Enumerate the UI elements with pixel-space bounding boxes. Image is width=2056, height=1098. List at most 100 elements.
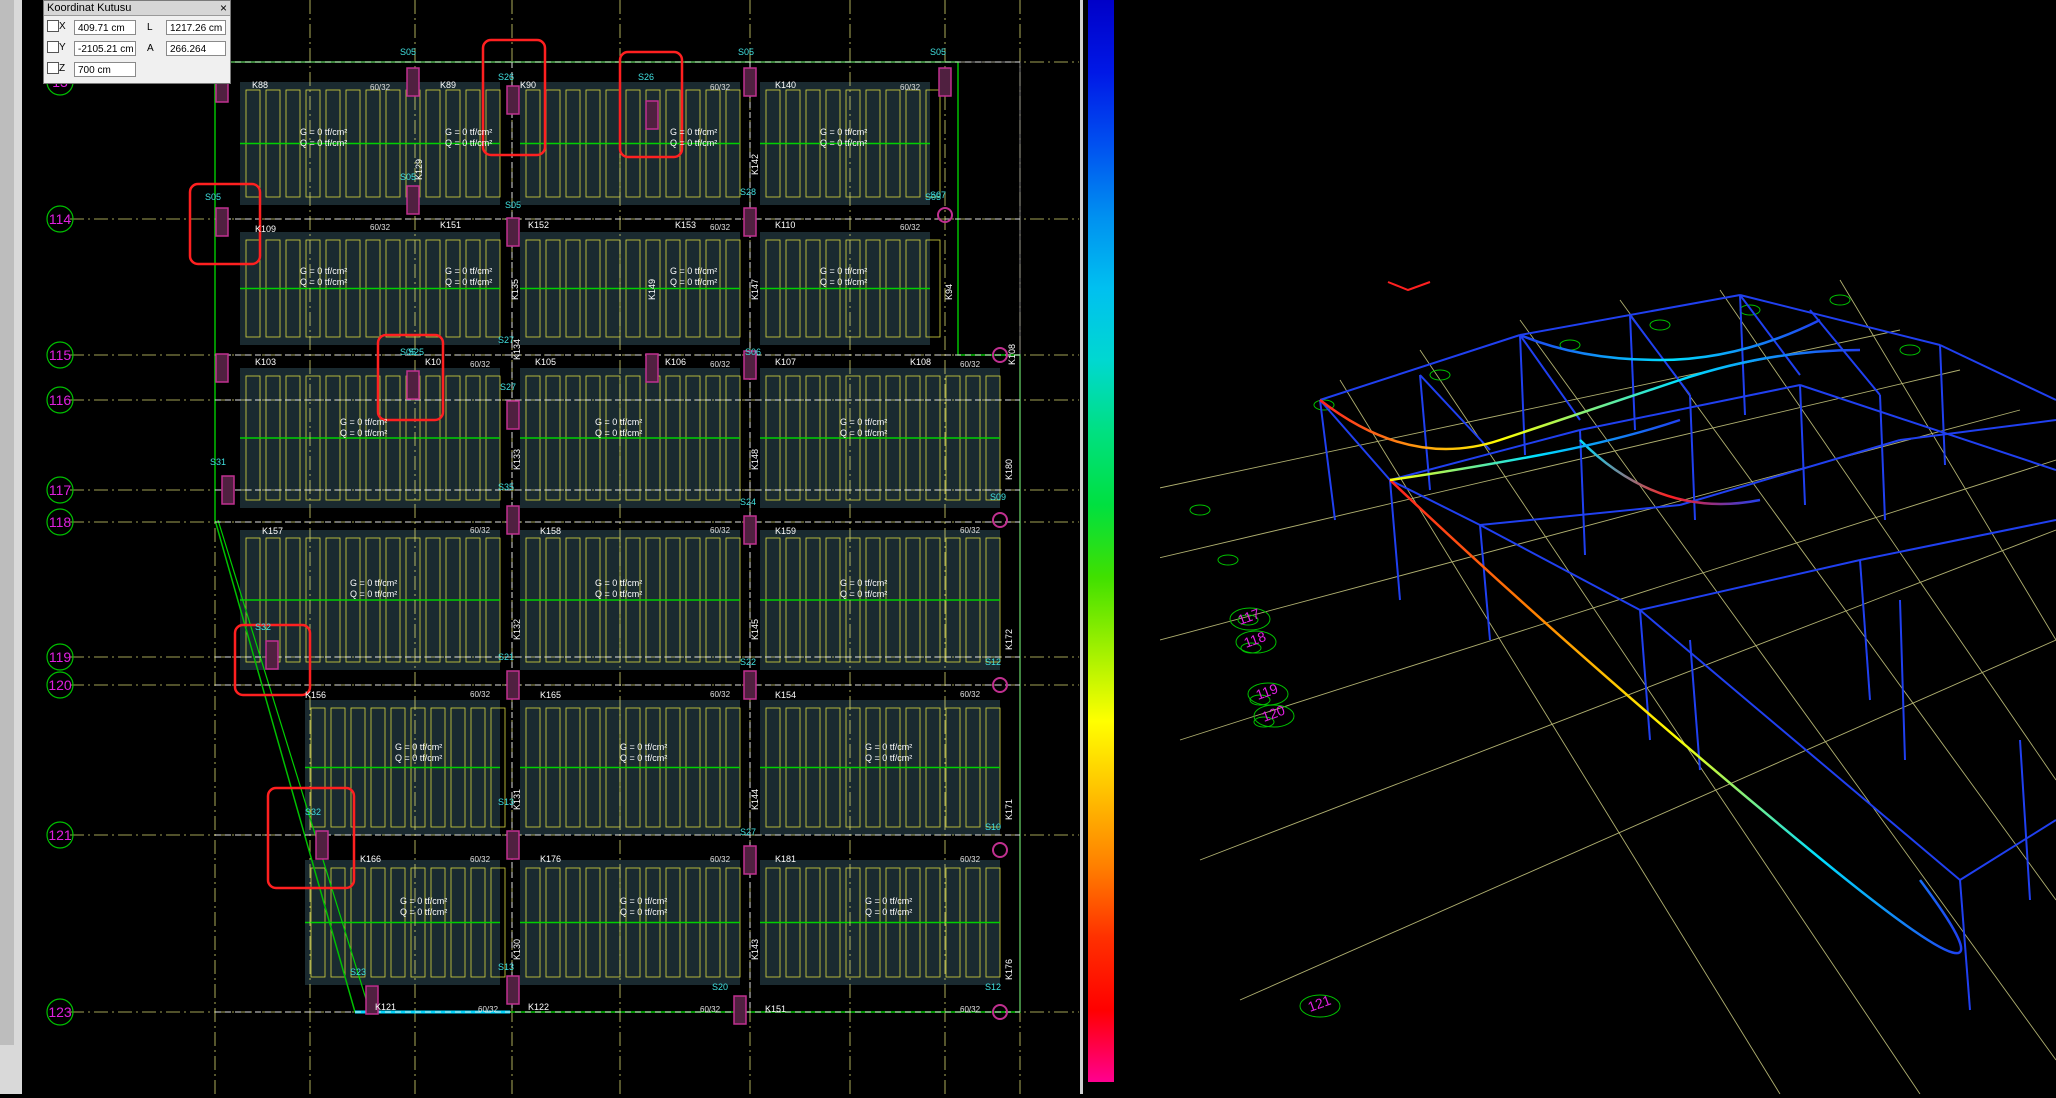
column-label: S07 — [930, 190, 946, 200]
column-rect[interactable] — [506, 400, 520, 430]
beam-label: K109 — [255, 224, 276, 234]
3d-axis-bubble — [1189, 504, 1211, 516]
3d-column — [1639, 609, 1651, 741]
3d-beam — [1629, 314, 1691, 396]
coordinate-box-title: Koordinat Kutusu — [44, 1, 230, 16]
3d-column — [1799, 384, 1806, 506]
column-rect[interactable] — [215, 207, 229, 237]
beam-label: K145 — [750, 619, 760, 640]
y-lock-checkbox[interactable] — [47, 41, 59, 54]
load-label-q: Q = 0 tf/cm² — [400, 907, 447, 917]
column-rect[interactable] — [506, 830, 520, 860]
beam-label: K132 — [512, 619, 522, 640]
column-rect[interactable] — [506, 975, 520, 1005]
column-rect[interactable] — [315, 830, 329, 860]
axis-label: 117 — [49, 482, 72, 498]
beam-label: K152 — [528, 220, 549, 230]
beam-label: K133 — [512, 449, 522, 470]
column-rect[interactable] — [645, 100, 659, 130]
column-label: S22 — [740, 657, 756, 667]
3d-axis-label: 121 — [1306, 992, 1334, 1015]
load-label-q: Q = 0 tf/cm² — [840, 589, 887, 599]
load-label-g: G = 0 tf/cm² — [395, 742, 442, 752]
load-label-q: Q = 0 tf/cm² — [445, 138, 492, 148]
column-rect[interactable] — [743, 67, 757, 97]
load-label-q: Q = 0 tf/cm² — [595, 428, 642, 438]
plan-canvas[interactable]: 11411511611711811912012112313 S05S05S26S… — [0, 0, 1079, 1094]
x-field[interactable]: 409.71 cm — [74, 20, 136, 35]
load-label-q: Q = 0 tf/cm² — [820, 277, 867, 287]
column-rect[interactable] — [938, 67, 952, 97]
close-icon[interactable]: × — [220, 1, 227, 15]
y-field[interactable]: -2105.21 cm — [74, 41, 136, 56]
load-label-g: G = 0 tf/cm² — [670, 127, 717, 137]
column-label: S26 — [638, 72, 654, 82]
plan-left-scroll-strip[interactable] — [0, 0, 22, 1094]
axis-label: 115 — [49, 347, 72, 363]
column-rect[interactable] — [506, 217, 520, 247]
load-label-q: Q = 0 tf/cm² — [395, 753, 442, 763]
3d-beam — [1959, 819, 2056, 881]
column-rect[interactable] — [406, 185, 420, 215]
beam-size-label: 60/32 — [370, 223, 391, 232]
3d-column — [1319, 399, 1336, 521]
column-rect[interactable] — [265, 640, 279, 670]
axis-label: 114 — [49, 211, 72, 227]
axis-label: 120 — [48, 677, 72, 693]
l-field[interactable]: 1217.26 cm — [166, 20, 226, 35]
3d-grid-line — [1239, 639, 2056, 1001]
coordinate-box-panel[interactable]: Koordinat Kutusu × X 409.71 cm L 1217.26… — [43, 0, 231, 84]
axis-label: 123 — [48, 1004, 72, 1020]
x-lock-checkbox[interactable] — [47, 20, 59, 33]
column-label: S27 — [500, 382, 516, 392]
load-label-g: G = 0 tf/cm² — [595, 578, 642, 588]
column-rect[interactable] — [733, 995, 747, 1025]
column-rect[interactable] — [215, 353, 229, 383]
column-rect[interactable] — [406, 67, 420, 97]
column-label: S12 — [985, 982, 1001, 992]
3d-axis-bubble — [1739, 304, 1761, 316]
load-label-q: Q = 0 tf/cm² — [595, 589, 642, 599]
z-field[interactable]: 700 cm — [74, 62, 136, 77]
3d-column — [1939, 344, 1946, 466]
beam-size-label: 60/32 — [710, 526, 731, 535]
column-rect[interactable] — [743, 515, 757, 545]
beam-label: K153 — [675, 220, 696, 230]
beam-label: K151 — [765, 1004, 786, 1014]
a-label: A — [147, 43, 154, 54]
load-label-g: G = 0 tf/cm² — [620, 742, 667, 752]
load-label-g: G = 0 tf/cm² — [865, 742, 912, 752]
load-label-g: G = 0 tf/cm² — [340, 417, 387, 427]
3d-beam — [1639, 609, 1961, 881]
load-label-q: Q = 0 tf/cm² — [340, 428, 387, 438]
beam-size-label: 60/32 — [900, 83, 921, 92]
beam-size-label: 60/32 — [470, 690, 491, 699]
column-rect[interactable] — [743, 670, 757, 700]
a-field[interactable]: 266.264 — [166, 41, 226, 56]
3d-view[interactable]: 117 118 119 120 121 — [1149, 0, 2056, 1095]
column-rect[interactable] — [645, 353, 659, 383]
column-rect[interactable] — [743, 845, 757, 875]
color-scale-legend — [1080, 0, 1132, 1094]
3d-beam — [1319, 399, 1391, 481]
column-label: S26 — [498, 72, 514, 82]
column-rect[interactable] — [506, 505, 520, 535]
beam-label: K122 — [528, 1002, 549, 1012]
3d-canvas[interactable]: 117118119120121 — [1149, 0, 2056, 1095]
3d-beam — [1519, 334, 1581, 421]
column-rect[interactable] — [743, 207, 757, 237]
plan-view[interactable]: 11411511611711811912012112313 S05S05S26S… — [0, 0, 1079, 1094]
beam-label: K149 — [647, 279, 657, 300]
column-rect[interactable] — [406, 370, 420, 400]
column-rect[interactable] — [506, 85, 520, 115]
load-label-g: G = 0 tf/cm² — [300, 127, 347, 137]
load-label-g: G = 0 tf/cm² — [350, 578, 397, 588]
column-rect[interactable] — [221, 475, 235, 505]
z-lock-checkbox[interactable] — [47, 62, 59, 75]
beam-label: K90 — [520, 80, 536, 90]
view-separator[interactable] — [1080, 0, 1083, 1094]
y-label: Y — [59, 41, 66, 53]
beam-label: K134 — [512, 339, 522, 360]
column-rect[interactable] — [506, 670, 520, 700]
column-label: S27 — [740, 827, 756, 837]
